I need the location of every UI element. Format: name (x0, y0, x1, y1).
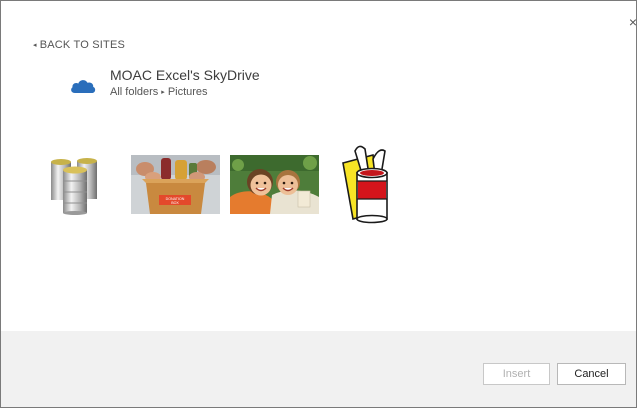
thumbnail-donation-box[interactable]: DONATION BOX (131, 155, 220, 214)
close-icon[interactable]: × (629, 15, 636, 29)
donation-box-image: DONATION BOX (131, 155, 220, 214)
back-to-sites-link[interactable]: ◂ BACK TO SITES (33, 39, 125, 51)
site-header: MOAC Excel's SkyDrive All folders ▸ Pictur… (69, 67, 260, 98)
insert-button[interactable]: Insert (483, 363, 550, 385)
breadcrumb-all-folders[interactable]: All folders (110, 86, 158, 98)
breadcrumb-arrow-icon: ▸ (161, 89, 165, 96)
tin-cans-image (51, 158, 97, 215)
site-title: MOAC Excel's SkyDrive (110, 67, 260, 83)
cancel-button[interactable]: Cancel (557, 363, 626, 385)
soup-can-clipart-image (342, 145, 388, 224)
thumbnail-soup-can-clipart[interactable] (339, 141, 403, 225)
insert-pictures-dialog: × ◂ BACK TO SITES MOAC Excel's SkyDrive A… (0, 0, 637, 408)
donation-box-text-line2: BOX (171, 201, 179, 205)
smiling-children-image (230, 155, 319, 214)
thumbnail-smiling-children[interactable] (230, 155, 319, 214)
skydrive-cloud-icon (71, 80, 96, 93)
breadcrumb: All folders ▸ Pictures (110, 86, 260, 98)
thumbnail-tin-cans[interactable] (47, 157, 103, 215)
back-to-sites-label: BACK TO SITES (39, 39, 126, 51)
chevron-left-icon: ◂ (33, 42, 37, 49)
picture-gallery: DONATION BOX (47, 141, 413, 225)
breadcrumb-pictures[interactable]: Pictures (168, 86, 208, 98)
